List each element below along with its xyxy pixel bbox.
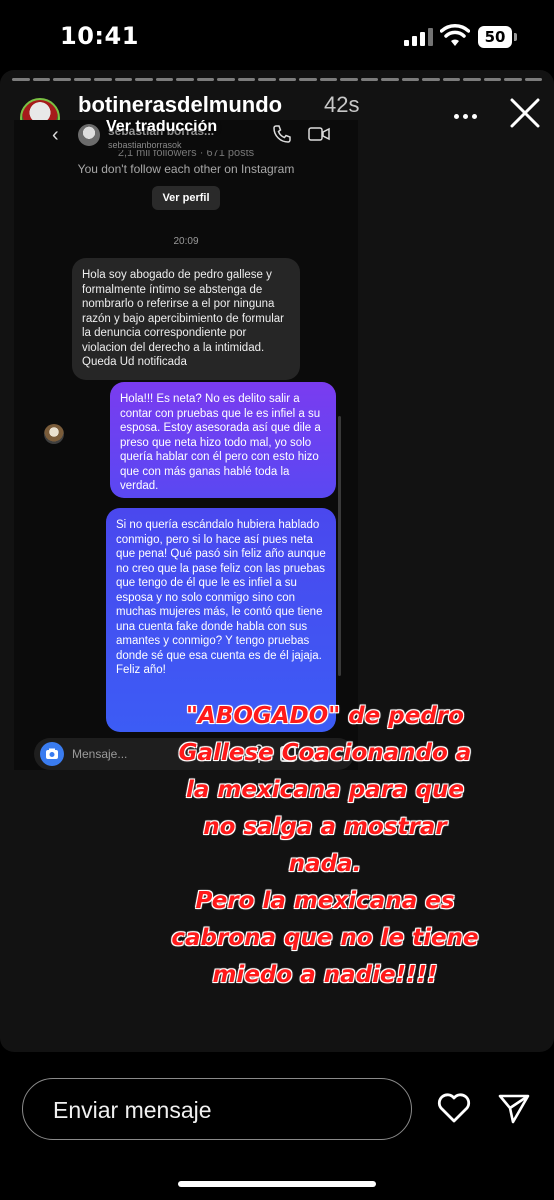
progress-segment <box>12 78 30 81</box>
contact-handle: sebastianborrasok <box>108 140 182 150</box>
scrollbar <box>338 416 341 676</box>
progress-segment <box>278 78 296 81</box>
progress-segment <box>381 78 399 81</box>
story-card[interactable]: botinerasdelmundo 42s ‹ sebastian borras… <box>0 70 554 1052</box>
incoming-message: Hola soy abogado de pedro gallese y form… <box>72 258 300 380</box>
caption-line: nada. <box>288 851 362 877</box>
battery-level: 50 <box>478 26 512 48</box>
caption-line: no salga a mostrar <box>203 814 447 840</box>
send-message-placeholder: Enviar mensaje <box>53 1097 212 1123</box>
progress-segment <box>217 78 235 81</box>
embedded-chat-screenshot: ‹ sebastian borras... sebastianborrasok … <box>14 120 358 770</box>
cellular-signal-icon <box>404 28 434 46</box>
follow-status: You don't follow each other on Instagram <box>77 162 295 176</box>
progress-segment <box>258 78 276 81</box>
progress-segment <box>340 78 358 81</box>
contact-avatar <box>78 124 100 146</box>
progress-segment <box>196 78 214 81</box>
composer-placeholder: Mensaje... <box>72 747 128 761</box>
outgoing-message: Hola!!! Es neta? No es delito salir a co… <box>110 382 336 498</box>
caption-line: cabrona que no le tiene <box>171 925 479 951</box>
progress-segment <box>360 78 378 81</box>
back-arrow-icon: ‹ <box>52 124 59 146</box>
story-username[interactable]: botinerasdelmundo <box>78 92 282 118</box>
battery-icon: 50 <box>478 26 518 48</box>
progress-segment <box>32 78 50 81</box>
video-call-icon <box>308 127 330 141</box>
followers-count: 2,1 mil followers · 671 posts <box>117 150 255 159</box>
progress-segment <box>463 78 481 81</box>
view-profile-button: Ver perfil <box>152 186 220 210</box>
close-icon[interactable] <box>508 96 542 130</box>
progress-segment <box>155 78 173 81</box>
heart-icon[interactable] <box>436 1092 472 1124</box>
progress-segment <box>237 78 255 81</box>
story-time-ago: 42s <box>324 92 360 117</box>
send-icon[interactable] <box>496 1090 532 1126</box>
progress-segment <box>73 78 91 81</box>
caption-line: la mexicana para que <box>185 777 465 803</box>
home-indicator <box>178 1181 376 1187</box>
chat-timestamp: 20:09 <box>173 236 199 247</box>
progress-segment <box>176 78 194 81</box>
caption-line: Pero la mexicana es <box>195 888 455 914</box>
progress-segment <box>135 78 153 81</box>
more-options-icon[interactable] <box>454 106 484 119</box>
progress-segment <box>401 78 419 81</box>
phone-icon <box>273 125 291 143</box>
camera-icon <box>40 742 64 766</box>
progress-segment <box>319 78 337 81</box>
caption-line: miedo a nadie!!!! <box>212 962 438 988</box>
wifi-icon <box>440 24 470 46</box>
status-time: 10:41 <box>60 22 139 50</box>
sender-avatar <box>44 424 64 444</box>
story-text-overlay: "ABOGADO" de pedro Gallese Coacionando a… <box>140 698 510 994</box>
progress-segment <box>442 78 460 81</box>
progress-segment <box>94 78 112 81</box>
caption-line: "ABOGADO" de pedro <box>186 703 464 729</box>
caption-line: Gallese Coacionando a <box>178 740 472 766</box>
progress-segment <box>299 78 317 81</box>
status-bar: 10:41 50 <box>0 0 554 70</box>
progress-segment <box>483 78 501 81</box>
story-progress-bar <box>12 78 542 81</box>
progress-segment <box>504 78 522 81</box>
send-message-input[interactable]: Enviar mensaje <box>22 1078 412 1140</box>
progress-segment <box>524 78 542 81</box>
progress-segment <box>114 78 132 81</box>
see-translation-link[interactable]: Ver traducción <box>106 120 217 136</box>
progress-segment <box>422 78 440 81</box>
progress-segment <box>53 78 71 81</box>
